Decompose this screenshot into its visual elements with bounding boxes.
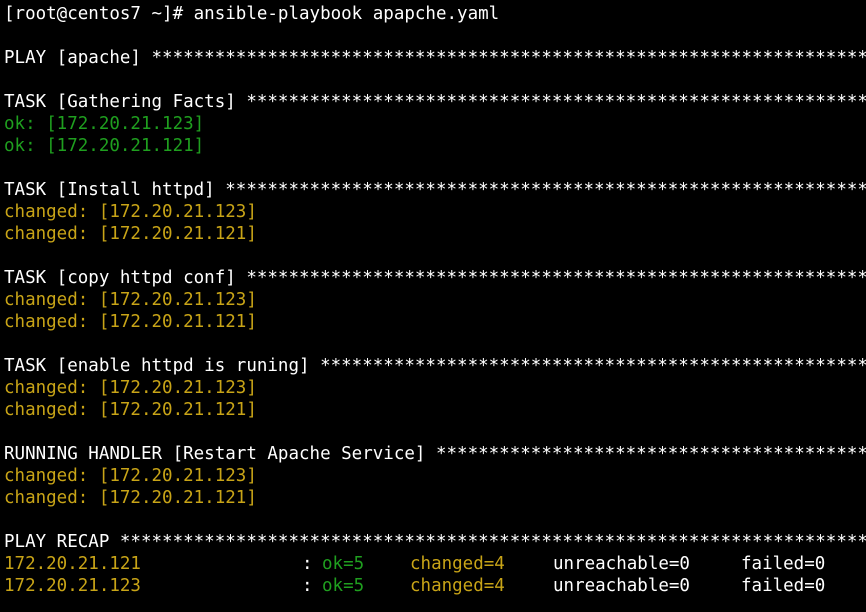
task-result: ok: [172.20.21.121]: [4, 136, 205, 156]
task-result: changed: [172.20.21.121]: [4, 224, 257, 244]
recap-changed: changed=4: [410, 576, 505, 596]
recap-row: 172.20.21.123 : ok=5 changed=4 unreachab…: [4, 575, 866, 597]
recap-unreachable: unreachable=0: [553, 554, 690, 574]
recap-host: 172.20.21.123: [4, 576, 141, 596]
handler-header: RUNNING HANDLER [Restart Apache Service]…: [4, 444, 866, 464]
task-header: TASK [Install httpd] *******************…: [4, 180, 866, 200]
recap-header: PLAY RECAP *****************************…: [4, 532, 866, 552]
task-header: TASK [enable httpd is runing] **********…: [4, 356, 866, 376]
recap-changed: changed=4: [410, 554, 505, 574]
task-header: TASK [Gathering Facts] *****************…: [4, 92, 866, 112]
recap-row: 172.20.21.121 : ok=5 changed=4 unreachab…: [4, 553, 866, 575]
play-header: PLAY [apache] **************************…: [4, 48, 866, 68]
task-header: TASK [copy httpd conf] *****************…: [4, 268, 866, 288]
recap-ok: ok=5: [322, 554, 365, 574]
task-result: changed: [172.20.21.123]: [4, 466, 257, 486]
task-result: ok: [172.20.21.123]: [4, 114, 205, 134]
task-result: changed: [172.20.21.121]: [4, 488, 257, 508]
task-result: changed: [172.20.21.121]: [4, 400, 257, 420]
recap-unreachable: unreachable=0: [553, 576, 690, 596]
recap-separator: :: [302, 576, 313, 596]
terminal-window[interactable]: [root@centos7 ~]# ansible-playbook apapc…: [0, 0, 866, 612]
recap-failed: failed=0: [741, 554, 826, 574]
task-result: changed: [172.20.21.123]: [4, 202, 257, 222]
task-result: changed: [172.20.21.123]: [4, 378, 257, 398]
task-result: changed: [172.20.21.123]: [4, 290, 257, 310]
recap-failed: failed=0: [741, 576, 826, 596]
command-prompt: [root@centos7 ~]# ansible-playbook apapc…: [4, 4, 500, 24]
task-result: changed: [172.20.21.121]: [4, 312, 257, 332]
recap-separator: :: [302, 554, 313, 574]
recap-host: 172.20.21.121: [4, 554, 141, 574]
recap-ok: ok=5: [322, 576, 365, 596]
